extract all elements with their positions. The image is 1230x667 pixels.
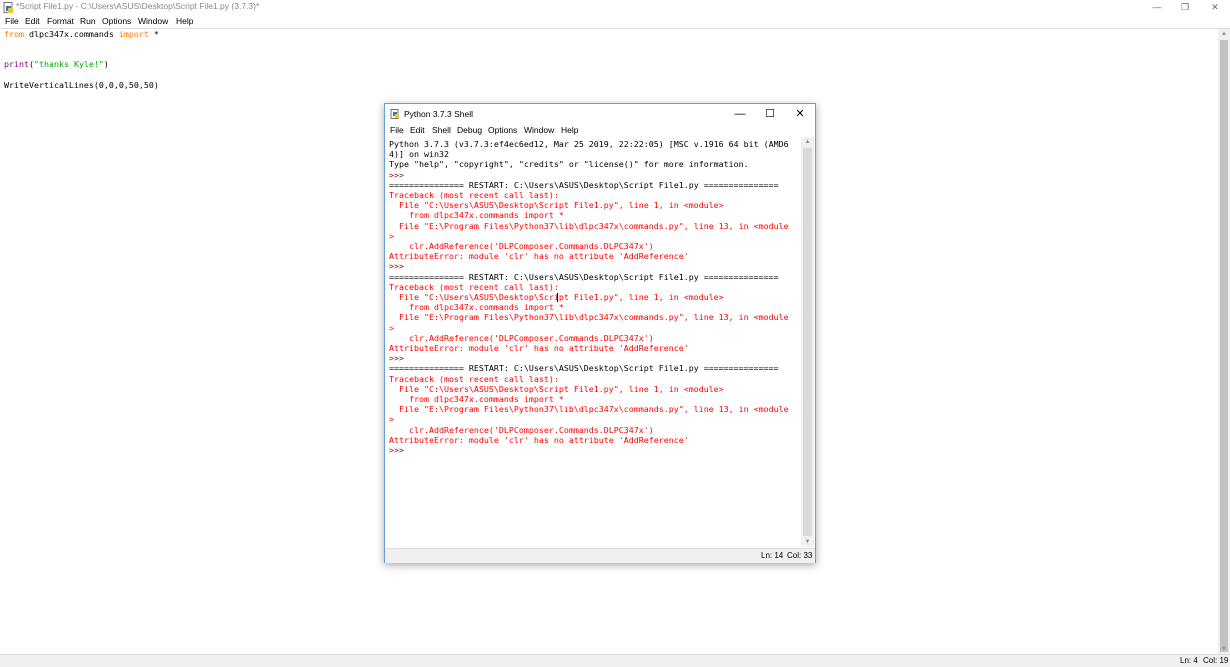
shell-line-number: Ln: 14 xyxy=(761,551,784,560)
menu-help[interactable]: Help xyxy=(561,125,578,135)
shell-error-line: AttributeError: module 'clr' has no attr… xyxy=(389,343,689,353)
close-icon[interactable]: ✕ xyxy=(785,104,815,124)
builtin-print: print xyxy=(4,59,29,69)
shell-window-title: Python 3.7.3 Shell xyxy=(404,109,473,119)
keyword-import: import xyxy=(118,29,149,39)
scrollbar-thumb[interactable] xyxy=(1220,40,1228,652)
menu-options[interactable]: Options xyxy=(488,125,517,135)
shell-error-line: > xyxy=(389,414,394,425)
menu-file[interactable]: File xyxy=(5,16,19,26)
editor-menubar: File Edit Format Run Options Window Help xyxy=(0,15,1230,28)
code-line-3: print("thanks Kyle!") xyxy=(4,59,109,69)
scroll-down-icon[interactable]: ▼ xyxy=(801,537,814,547)
paren-close: ) xyxy=(103,59,109,69)
shell-error-line: clr.AddReference('DLPComposer.Commands.D… xyxy=(389,332,654,343)
menu-help[interactable]: Help xyxy=(176,16,193,26)
menu-debug[interactable]: Debug xyxy=(457,125,482,135)
module-name: dlpc347x.commands xyxy=(23,29,119,39)
menu-file[interactable]: File xyxy=(390,125,404,135)
shell-prompt: >>> xyxy=(389,445,404,455)
menu-window[interactable]: Window xyxy=(138,16,168,26)
text-cursor xyxy=(557,293,558,302)
shell-error-line: from dlpc347x.commands import * xyxy=(389,394,564,404)
shell-error-line: File "C:\Users\ASUS\Desktop\Script File1… xyxy=(389,383,724,394)
shell-prompt: >>> xyxy=(389,261,404,272)
shell-vertical-scrollbar[interactable]: ▲ ▼ xyxy=(801,137,814,547)
shell-error-line: clr.AddReference('DLPComposer.Commands.D… xyxy=(389,424,654,435)
scroll-down-icon[interactable]: ▼ xyxy=(1218,644,1230,654)
shell-statusbar: Ln: 14 Col: 33 xyxy=(385,548,815,563)
shell-error-line: from dlpc347x.commands import * xyxy=(389,302,564,313)
menu-shell[interactable]: Shell xyxy=(432,125,451,135)
python-file-icon xyxy=(3,2,13,13)
python-shell-window[interactable]: Python 3.7.3 Shell — ☐ ✕ File Edit Shell… xyxy=(384,103,816,563)
shell-error-line: File "C:\Users\ASUS\Desktop\Script File1… xyxy=(389,200,724,211)
minimize-icon[interactable]: — xyxy=(725,104,755,124)
shell-menubar: File Edit Shell Debug Options Window Hel… xyxy=(385,124,815,137)
shell-output-line: =============== RESTART: C:\Users\ASUS\D… xyxy=(389,363,779,374)
code-line-1: from dlpc347x.commands import * xyxy=(4,29,159,39)
menu-window[interactable]: Window xyxy=(524,125,554,135)
editor-window-title: *Script File1.py - C:\Users\ASUS\Desktop… xyxy=(16,1,260,11)
editor-column-number: Col: 19 xyxy=(1203,656,1229,665)
shell-error-line: Traceback (most recent call last): xyxy=(389,281,559,292)
shell-error-line: > xyxy=(389,230,394,241)
shell-column-number: Col: 33 xyxy=(787,551,813,560)
editor-statusbar: Ln: 4 Col: 19 xyxy=(0,654,1230,667)
shell-error-line: File "E:\Program Files\Python37\lib\dlpc… xyxy=(389,312,789,323)
shell-error-line: from dlpc347x.commands import * xyxy=(389,210,564,221)
keyword-from: from xyxy=(4,29,24,39)
shell-output-line: 4)] on win32 xyxy=(389,149,449,160)
shell-error-line: > xyxy=(389,322,394,333)
menu-edit[interactable]: Edit xyxy=(410,125,425,135)
maximize-icon[interactable]: ☐ xyxy=(755,104,785,124)
shell-output-area[interactable]: Python 3.7.3 (v3.7.3:ef4ec6ed12, Mar 25 … xyxy=(385,137,801,547)
scrollbar-thumb[interactable] xyxy=(803,148,812,536)
minimize-icon[interactable]: — xyxy=(1142,0,1172,15)
shell-output-line: =============== RESTART: C:\Users\ASUS\D… xyxy=(389,271,779,282)
editor-titlebar: *Script File1.py - C:\Users\ASUS\Desktop… xyxy=(0,0,1230,15)
shell-prompt: >>> xyxy=(389,169,404,180)
menu-run[interactable]: Run xyxy=(80,16,96,26)
shell-output-line: Type "help", "copyright", "credits" or "… xyxy=(389,159,749,170)
close-icon[interactable]: ✕ xyxy=(1200,0,1230,15)
shell-error-line: AttributeError: module 'clr' has no attr… xyxy=(389,251,689,262)
string-literal: "thanks Kyle!" xyxy=(33,59,104,69)
scroll-up-icon[interactable]: ▲ xyxy=(1218,29,1230,39)
shell-error-line: Traceback (most recent call last): xyxy=(389,190,559,200)
shell-error-line: File "E:\Program Files\Python37\lib\dlpc… xyxy=(389,404,789,415)
shell-prompt: >>> xyxy=(389,353,404,364)
shell-error-line: AttributeError: module 'clr' has no attr… xyxy=(389,434,689,445)
shell-output-line: =============== RESTART: C:\Users\ASUS\D… xyxy=(389,179,779,190)
menu-format[interactable]: Format xyxy=(47,16,74,26)
python-file-icon xyxy=(390,109,399,119)
menu-edit[interactable]: Edit xyxy=(25,16,40,26)
shell-error-line: Traceback (most recent call last): xyxy=(389,373,559,384)
editor-line-number: Ln: 4 xyxy=(1180,656,1198,665)
menu-options[interactable]: Options xyxy=(102,16,131,26)
shell-output-line: Python 3.7.3 (v3.7.3:ef4ec6ed12, Mar 25 … xyxy=(389,139,789,149)
shell-error-line: File "E:\Program Files\Python37\lib\dlpc… xyxy=(389,220,789,231)
shell-titlebar[interactable]: Python 3.7.3 Shell — ☐ ✕ xyxy=(385,104,815,124)
scroll-up-icon[interactable]: ▲ xyxy=(801,137,814,147)
import-star: * xyxy=(148,29,159,39)
shell-error-line: clr.AddReference('DLPComposer.Commands.D… xyxy=(389,241,654,251)
restore-icon[interactable]: ❐ xyxy=(1170,0,1200,15)
code-line-4: WriteVerticalLines(0,0,0,50,50) xyxy=(4,80,159,90)
editor-vertical-scrollbar[interactable]: ▲ ▼ xyxy=(1218,29,1230,654)
